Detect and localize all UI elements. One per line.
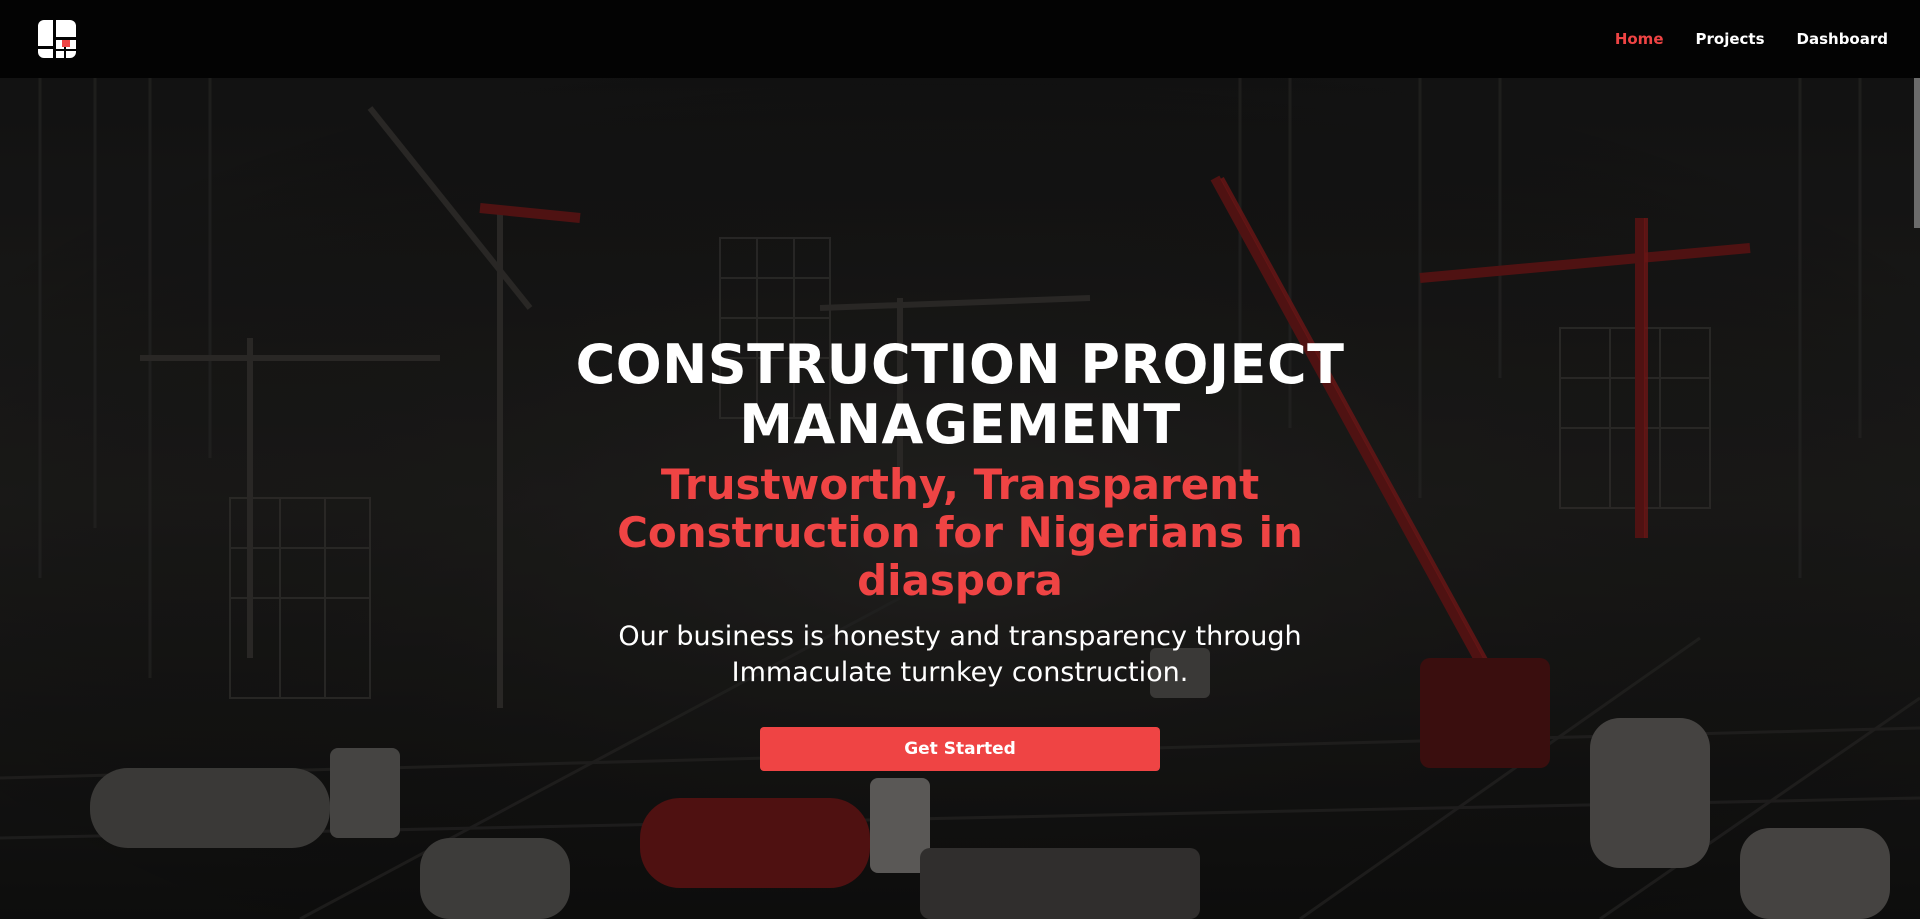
scrollbar[interactable] bbox=[1914, 78, 1920, 228]
hero-title: CONSTRUCTION PROJECT MANAGEMENT bbox=[575, 333, 1345, 456]
nav-link-projects[interactable]: Projects bbox=[1696, 30, 1765, 48]
get-started-button[interactable]: Get Started bbox=[760, 727, 1160, 771]
logo-icon[interactable] bbox=[38, 20, 76, 58]
hero-subtitle: Trustworthy, Transparent Construction fo… bbox=[617, 460, 1303, 605]
navbar: Home Projects Dashboard bbox=[0, 0, 1920, 78]
hero-content: CONSTRUCTION PROJECT MANAGEMENT Trustwor… bbox=[560, 335, 1360, 771]
nav-link-home[interactable]: Home bbox=[1615, 30, 1664, 48]
page: Home Projects Dashboard CONSTRUCTION PRO… bbox=[0, 0, 1920, 919]
hero-description: Our business is honesty and transparency… bbox=[618, 621, 1302, 688]
nav-links: Home Projects Dashboard bbox=[1615, 0, 1888, 78]
nav-link-dashboard[interactable]: Dashboard bbox=[1797, 30, 1888, 48]
